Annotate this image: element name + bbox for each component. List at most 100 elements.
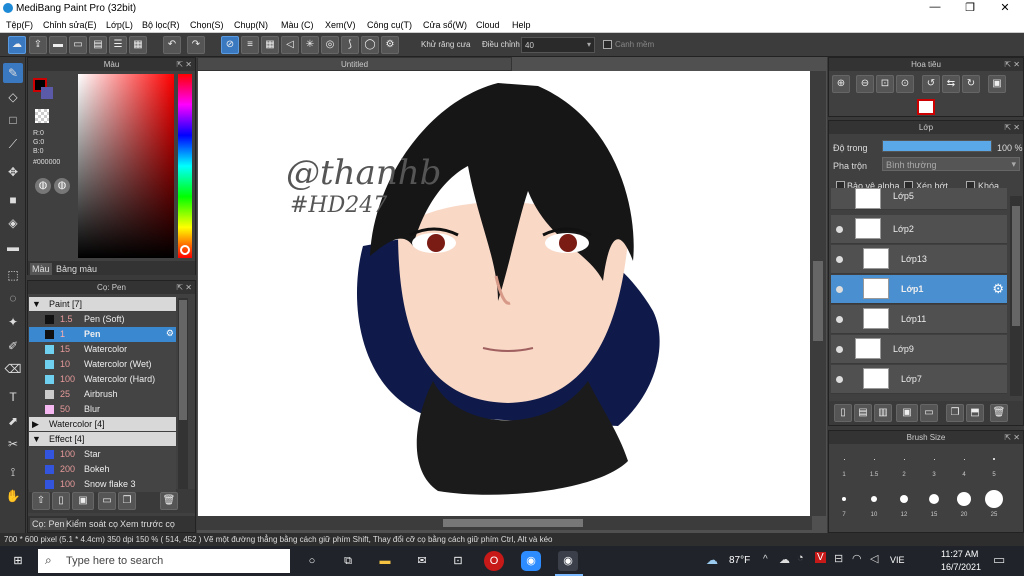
brush-group[interactable]: ▼ Effect [4]	[29, 432, 176, 446]
visibility-eye-icon[interactable]	[836, 226, 843, 233]
canvas-horizontal-scrollbar[interactable]	[197, 516, 812, 530]
merge-layer-icon[interactable]: ⬒	[966, 404, 984, 422]
actual-size-icon[interactable]: ⊙	[896, 75, 914, 93]
move-tool-icon[interactable]: ✥	[3, 162, 23, 182]
canvas[interactable]: @thanhb #HD247	[198, 71, 810, 516]
close-button[interactable]: ✕	[990, 1, 1020, 14]
visibility-eye-icon[interactable]	[836, 256, 843, 263]
mail-icon[interactable]: ✉	[412, 551, 432, 571]
tab-palette[interactable]: Bảng màu	[54, 263, 99, 275]
add-layer-menu-icon[interactable]: ▣	[896, 404, 918, 422]
brush-item[interactable]: 100 Star	[29, 447, 176, 462]
snap-settings-icon[interactable]: ⚙	[381, 36, 399, 54]
opera-icon[interactable]: O	[484, 551, 504, 571]
rotate-left-icon[interactable]: ↺	[922, 75, 940, 93]
canvas-tab[interactable]: Untitled	[197, 57, 512, 71]
divide-tool-icon[interactable]: ✂	[3, 434, 23, 454]
menu-color[interactable]: Màu (C)	[281, 20, 314, 30]
select-eraser-tool-icon[interactable]: ⌫	[3, 359, 23, 379]
tab-brush-preview[interactable]: Xem trước cọ	[120, 519, 175, 529]
undo-icon[interactable]: ↶	[163, 36, 181, 54]
brush-size-dot[interactable]	[843, 458, 845, 460]
list-icon[interactable]: ☰	[109, 36, 127, 54]
task-view-icon[interactable]: ⧉	[338, 551, 358, 571]
visibility-eye-icon[interactable]	[836, 346, 843, 353]
snap-parallel-icon[interactable]: ≡	[241, 36, 259, 54]
brush-size-dot[interactable]	[903, 458, 905, 460]
snap-ellipse-icon[interactable]: ◯	[361, 36, 379, 54]
hand-tool-icon[interactable]: ✋	[3, 486, 23, 506]
taskbar-search-box[interactable]: ⌕ Type here to search	[38, 549, 290, 573]
menu-help[interactable]: Help	[512, 20, 531, 30]
snap-radial-icon[interactable]: ✳	[301, 36, 319, 54]
cortana-icon[interactable]: ○	[302, 551, 322, 571]
brush-size-dot[interactable]	[900, 495, 908, 503]
brush-list-scrollbar[interactable]	[178, 298, 188, 490]
brush-item[interactable]: 15 Watercolor	[29, 342, 176, 357]
palette-icon[interactable]: ◍	[35, 178, 51, 194]
brush-up-icon[interactable]: ⇧	[32, 492, 50, 510]
show-hidden-icons[interactable]: ^	[763, 554, 768, 565]
visibility-eye-icon[interactable]	[836, 316, 843, 323]
volume-icon[interactable]: ◁	[870, 552, 878, 565]
expanded-arrow-icon[interactable]: ▼	[32, 299, 41, 309]
new-halftone-layer-icon[interactable]: ▤	[854, 404, 872, 422]
navigator-preview[interactable]	[917, 99, 935, 115]
menu-file[interactable]: Tệp(F)	[6, 20, 33, 30]
eyedropper-tool-icon[interactable]: ⟟	[3, 462, 23, 482]
transparent-color-swatch[interactable]	[35, 109, 49, 123]
bucket-tool-icon[interactable]: ◈	[3, 213, 23, 233]
menu-filter[interactable]: Bộ lọc(R)	[142, 20, 180, 30]
saturation-value-picker[interactable]	[78, 74, 174, 258]
visibility-eye-icon[interactable]	[836, 376, 843, 383]
tab-color[interactable]: Màu	[30, 263, 52, 275]
delete-layer-icon[interactable]: 🗑	[990, 404, 1008, 422]
brush-item[interactable]: 1.5 Pen (Soft)	[29, 312, 176, 327]
cloud-icon[interactable]: ☁	[8, 36, 26, 54]
document-icon[interactable]: ▦	[129, 36, 147, 54]
chat-icon[interactable]: ▭	[69, 36, 87, 54]
store-icon[interactable]: ⊡	[448, 551, 468, 571]
brush-copy-icon[interactable]: ❐	[118, 492, 136, 510]
snap-grid-icon[interactable]: ▦	[261, 36, 279, 54]
snap-soft-checkbox[interactable]	[603, 40, 612, 49]
menu-select[interactable]: Chọn(S)	[190, 20, 224, 30]
text-tool-icon[interactable]: T	[3, 387, 23, 407]
layer-list-scrollbar[interactable]	[1010, 196, 1022, 396]
brush-size-dot[interactable]	[873, 458, 875, 460]
layer-row[interactable]: Lớp1 ⚙	[831, 275, 1007, 304]
select-pen-tool-icon[interactable]: ✐	[3, 336, 23, 356]
hue-slider[interactable]	[178, 74, 192, 258]
page-icon[interactable]: ▤	[89, 36, 107, 54]
brush-add-icon[interactable]: ▣	[72, 492, 94, 510]
brush-size-dot[interactable]	[957, 492, 971, 506]
layer-row[interactable]: Lớp13	[831, 245, 1007, 274]
snap-curve-icon[interactable]: ⟆	[341, 36, 359, 54]
menu-layer[interactable]: Lớp(L)	[106, 20, 133, 30]
onedrive-icon[interactable]: ☁	[779, 553, 790, 566]
notification-icon[interactable]: ▭	[993, 552, 1005, 568]
tab-brush-control[interactable]: Kiểm soát cọ	[66, 519, 118, 529]
brush-tool-icon[interactable]: ✎	[3, 63, 23, 83]
visibility-eye-icon[interactable]	[836, 286, 843, 293]
menu-edit[interactable]: Chỉnh sửa(E)	[43, 20, 97, 30]
flip-icon[interactable]: ⇆	[942, 75, 960, 93]
collapsed-arrow-icon[interactable]: ▶	[32, 419, 39, 430]
app-tray-icon[interactable]: ◔	[797, 552, 804, 564]
snap-perspective-icon[interactable]: ◁	[281, 36, 299, 54]
brush-size-dot[interactable]	[929, 494, 939, 504]
windows-start-icon[interactable]: ⊞	[8, 551, 28, 571]
comment-icon[interactable]: ▬	[49, 36, 67, 54]
clock-date[interactable]: 16/7/2021	[941, 562, 981, 572]
palette-add-icon[interactable]: ◍	[54, 178, 70, 194]
minimize-button[interactable]: —	[920, 1, 950, 13]
menu-cloud[interactable]: Cloud	[476, 20, 500, 30]
brush-settings-icon[interactable]: ⚙	[166, 328, 174, 339]
brush-new-icon[interactable]: ▯	[52, 492, 70, 510]
lasso-tool-icon[interactable]: ◌	[3, 288, 23, 308]
brush-size-dot[interactable]	[933, 458, 935, 460]
brush-size-dot[interactable]	[963, 458, 965, 460]
brush-size-dot[interactable]	[871, 496, 877, 502]
new-layer-icon[interactable]: ▯	[834, 404, 852, 422]
brush-group[interactable]: ▼ Paint [7]	[29, 297, 176, 311]
